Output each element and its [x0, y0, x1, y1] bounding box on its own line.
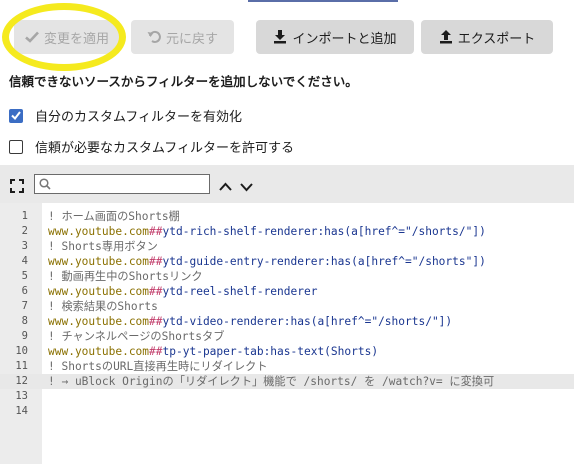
allow-trusted-filters-option[interactable]: 信頼が必要なカスタムフィルターを許可する	[9, 137, 294, 156]
rule-domain: www.youtube.com	[48, 315, 150, 328]
line-number: 6	[21, 285, 28, 297]
line-code: ! → uBlock Originの「リダイレクト」機能で /shorts/ を…	[48, 375, 495, 388]
upload-icon	[439, 30, 453, 44]
export-label: エクスポート	[457, 31, 536, 47]
enable-custom-filters-label: 自分のカスタムフィルターを有効化	[35, 110, 242, 125]
line-code: www.youtube.com##tp-yt-paper-tab:has-tex…	[48, 344, 378, 359]
toolbar: 変更を適用 元に戻す インポートと追加 エクスポート	[0, 0, 574, 71]
rule-domain: www.youtube.com	[48, 255, 150, 268]
import-and-append-label: インポートと追加	[292, 31, 397, 47]
check-icon	[25, 31, 39, 43]
rule-separator: ##	[149, 285, 163, 298]
line-number: 1	[21, 210, 28, 222]
enable-custom-filters-option[interactable]: 自分のカスタムフィルターを有効化	[9, 106, 242, 125]
apply-changes-label: 変更を適用	[43, 31, 109, 47]
rule-selector: ytd-video-renderer:has(a[href^="/shorts/…	[162, 315, 453, 328]
line-code: ! ホーム画面のShorts棚	[48, 210, 180, 223]
undo-icon	[147, 30, 161, 44]
download-icon	[273, 30, 287, 44]
line-number: 12	[15, 375, 28, 387]
editor-line: 7 ! 検索結果のShorts	[0, 299, 574, 314]
allow-trusted-filters-checkbox[interactable]	[9, 139, 23, 154]
line-code: ! 検索結果のShorts	[48, 300, 158, 313]
editor-line: 6 www.youtube.com##ytd-reel-shelf-rendere…	[0, 284, 574, 299]
editor-line: 5 ! 動画再生中のShortsリンク	[0, 269, 574, 284]
line-number: 11	[15, 360, 28, 372]
rule-domain: www.youtube.com	[48, 225, 150, 238]
line-code: ! Shorts専用ボタン	[48, 240, 158, 253]
line-code: ! チャンネルページのShortsタブ	[48, 330, 225, 343]
filter-editor[interactable]: 1! ホーム画面のShorts棚 2 www.youtube.com##ytd-ri…	[0, 203, 574, 464]
line-number: 2	[21, 225, 28, 237]
editor-line: 12 ! → uBlock Originの「リダイレクト」機能で /shorts/…	[0, 374, 574, 389]
rule-selector: tp-yt-paper-tab:has-text(Shorts)	[162, 345, 379, 358]
line-code: www.youtube.com##ytd-reel-shelf-renderer	[48, 284, 317, 299]
line-code: ! 動画再生中のShortsリンク	[48, 270, 203, 283]
apply-changes-button[interactable]: 変更を適用	[14, 20, 120, 54]
rule-separator: ##	[149, 345, 163, 358]
rule-separator: ##	[149, 225, 163, 238]
rule-separator: ##	[149, 255, 163, 268]
rule-domain: www.youtube.com	[48, 285, 150, 298]
revert-button[interactable]: 元に戻す	[131, 20, 234, 54]
line-number: 5	[21, 270, 28, 282]
editor-line: 13	[0, 389, 574, 404]
line-number: 13	[15, 390, 28, 402]
rule-selector: ytd-rich-shelf-renderer:has(a[href^="/sh…	[162, 225, 486, 238]
fullscreen-icon[interactable]	[10, 178, 24, 197]
editor-search-bar	[0, 165, 574, 203]
editor-line: 8 www.youtube.com##ytd-video-renderer:has…	[0, 314, 574, 329]
editor-line: 2 www.youtube.com##ytd-rich-shelf-rendere…	[0, 224, 574, 239]
line-number: 10	[15, 345, 28, 357]
allow-trusted-filters-label: 信頼が必要なカスタムフィルターを許可する	[35, 141, 294, 156]
enable-custom-filters-checkbox[interactable]	[9, 108, 23, 123]
editor-line: 10 www.youtube.com##tp-yt-paper-tab:has-t…	[0, 344, 574, 359]
line-code: www.youtube.com##ytd-rich-shelf-renderer…	[48, 224, 486, 239]
editor-line: 3 ! Shorts専用ボタン	[0, 239, 574, 254]
editor-line: 9 ! チャンネルページのShortsタブ	[0, 329, 574, 344]
import-and-append-button[interactable]: インポートと追加	[256, 20, 414, 54]
line-code: www.youtube.com##ytd-video-renderer:has(…	[48, 314, 452, 329]
chevron-down-icon[interactable]	[240, 177, 253, 196]
line-number: 8	[21, 315, 28, 327]
line-number: 4	[21, 255, 28, 267]
search-input[interactable]	[34, 174, 210, 194]
rule-selector: ytd-reel-shelf-renderer	[162, 285, 318, 298]
revert-label: 元に戻す	[165, 31, 218, 47]
line-number: 14	[15, 405, 28, 417]
line-number: 3	[21, 240, 28, 252]
line-number: 9	[21, 330, 28, 342]
line-number: 7	[21, 300, 28, 312]
chevron-up-icon[interactable]	[219, 177, 232, 196]
editor-line: 1 ! ホーム画面のShorts棚	[0, 209, 574, 224]
editor-line: 4 www.youtube.com##ytd-guide-entry-render…	[0, 254, 574, 269]
rule-selector: ytd-guide-entry-renderer:has(a[href^="/s…	[162, 255, 486, 268]
untrusted-sources-warning: 信頼できないソースからフィルターを追加しないでください。	[9, 74, 358, 89]
rule-domain: www.youtube.com	[48, 345, 150, 358]
line-code: ! ShortsのURL直接再生時にリダイレクト	[48, 360, 268, 373]
editor-line: 11 ! ShortsのURL直接再生時にリダイレクト	[0, 359, 574, 374]
editor-line: 14	[0, 404, 574, 419]
line-code: www.youtube.com##ytd-guide-entry-rendere…	[48, 254, 486, 269]
export-button[interactable]: エクスポート	[421, 20, 553, 54]
rule-separator: ##	[149, 315, 163, 328]
